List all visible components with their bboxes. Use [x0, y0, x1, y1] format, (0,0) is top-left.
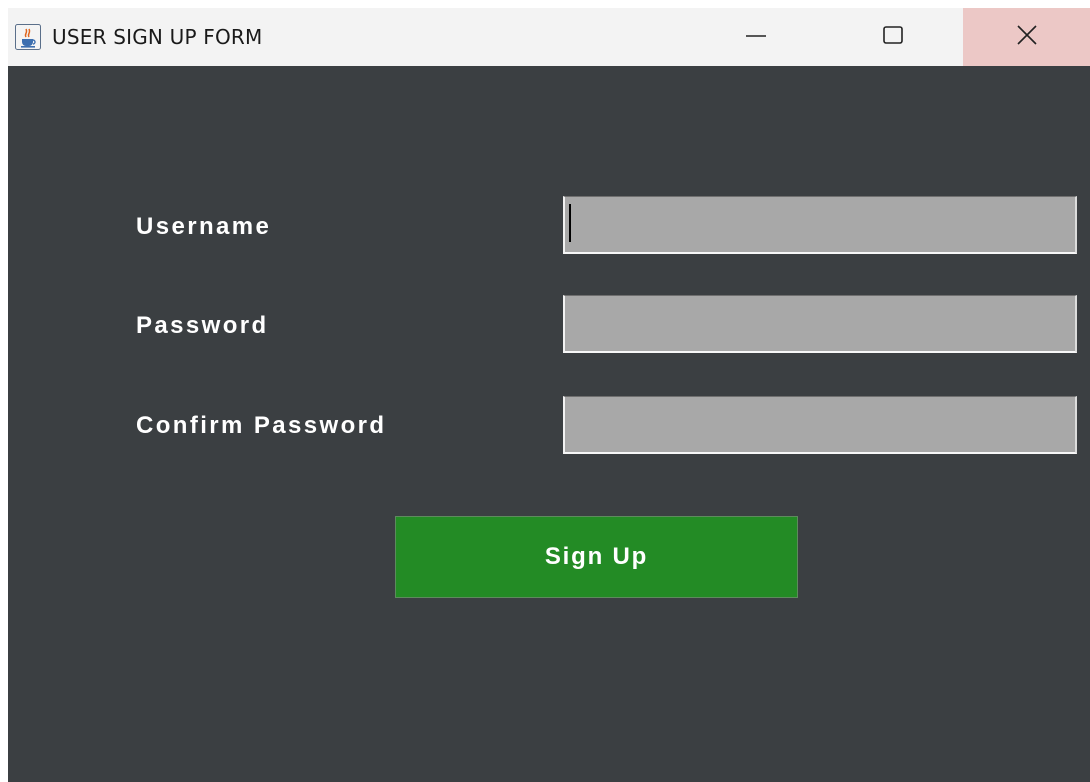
- password-label: Password: [136, 312, 269, 339]
- form-panel: Username Password Confirm Password Sign …: [8, 66, 1090, 782]
- sign-up-button[interactable]: Sign Up: [395, 516, 798, 598]
- username-label: Username: [136, 213, 272, 240]
- java-cup-icon: [15, 24, 41, 50]
- password-input[interactable]: [563, 295, 1077, 353]
- app-window: USER SIGN UP FORM Username Password Conf…: [0, 0, 1090, 782]
- title-bar[interactable]: USER SIGN UP FORM: [8, 8, 1090, 66]
- close-button[interactable]: [963, 8, 1090, 66]
- maximize-button[interactable]: [858, 8, 928, 66]
- maximize-icon: [882, 24, 904, 50]
- window-title: USER SIGN UP FORM: [52, 25, 263, 49]
- confirm-password-label: Confirm Password: [136, 412, 387, 439]
- confirm-password-input[interactable]: [563, 396, 1077, 454]
- close-icon: [1015, 23, 1039, 51]
- minimize-button[interactable]: [721, 8, 791, 66]
- username-input[interactable]: [563, 196, 1077, 254]
- text-caret: [569, 204, 571, 242]
- minimize-icon: [744, 23, 768, 51]
